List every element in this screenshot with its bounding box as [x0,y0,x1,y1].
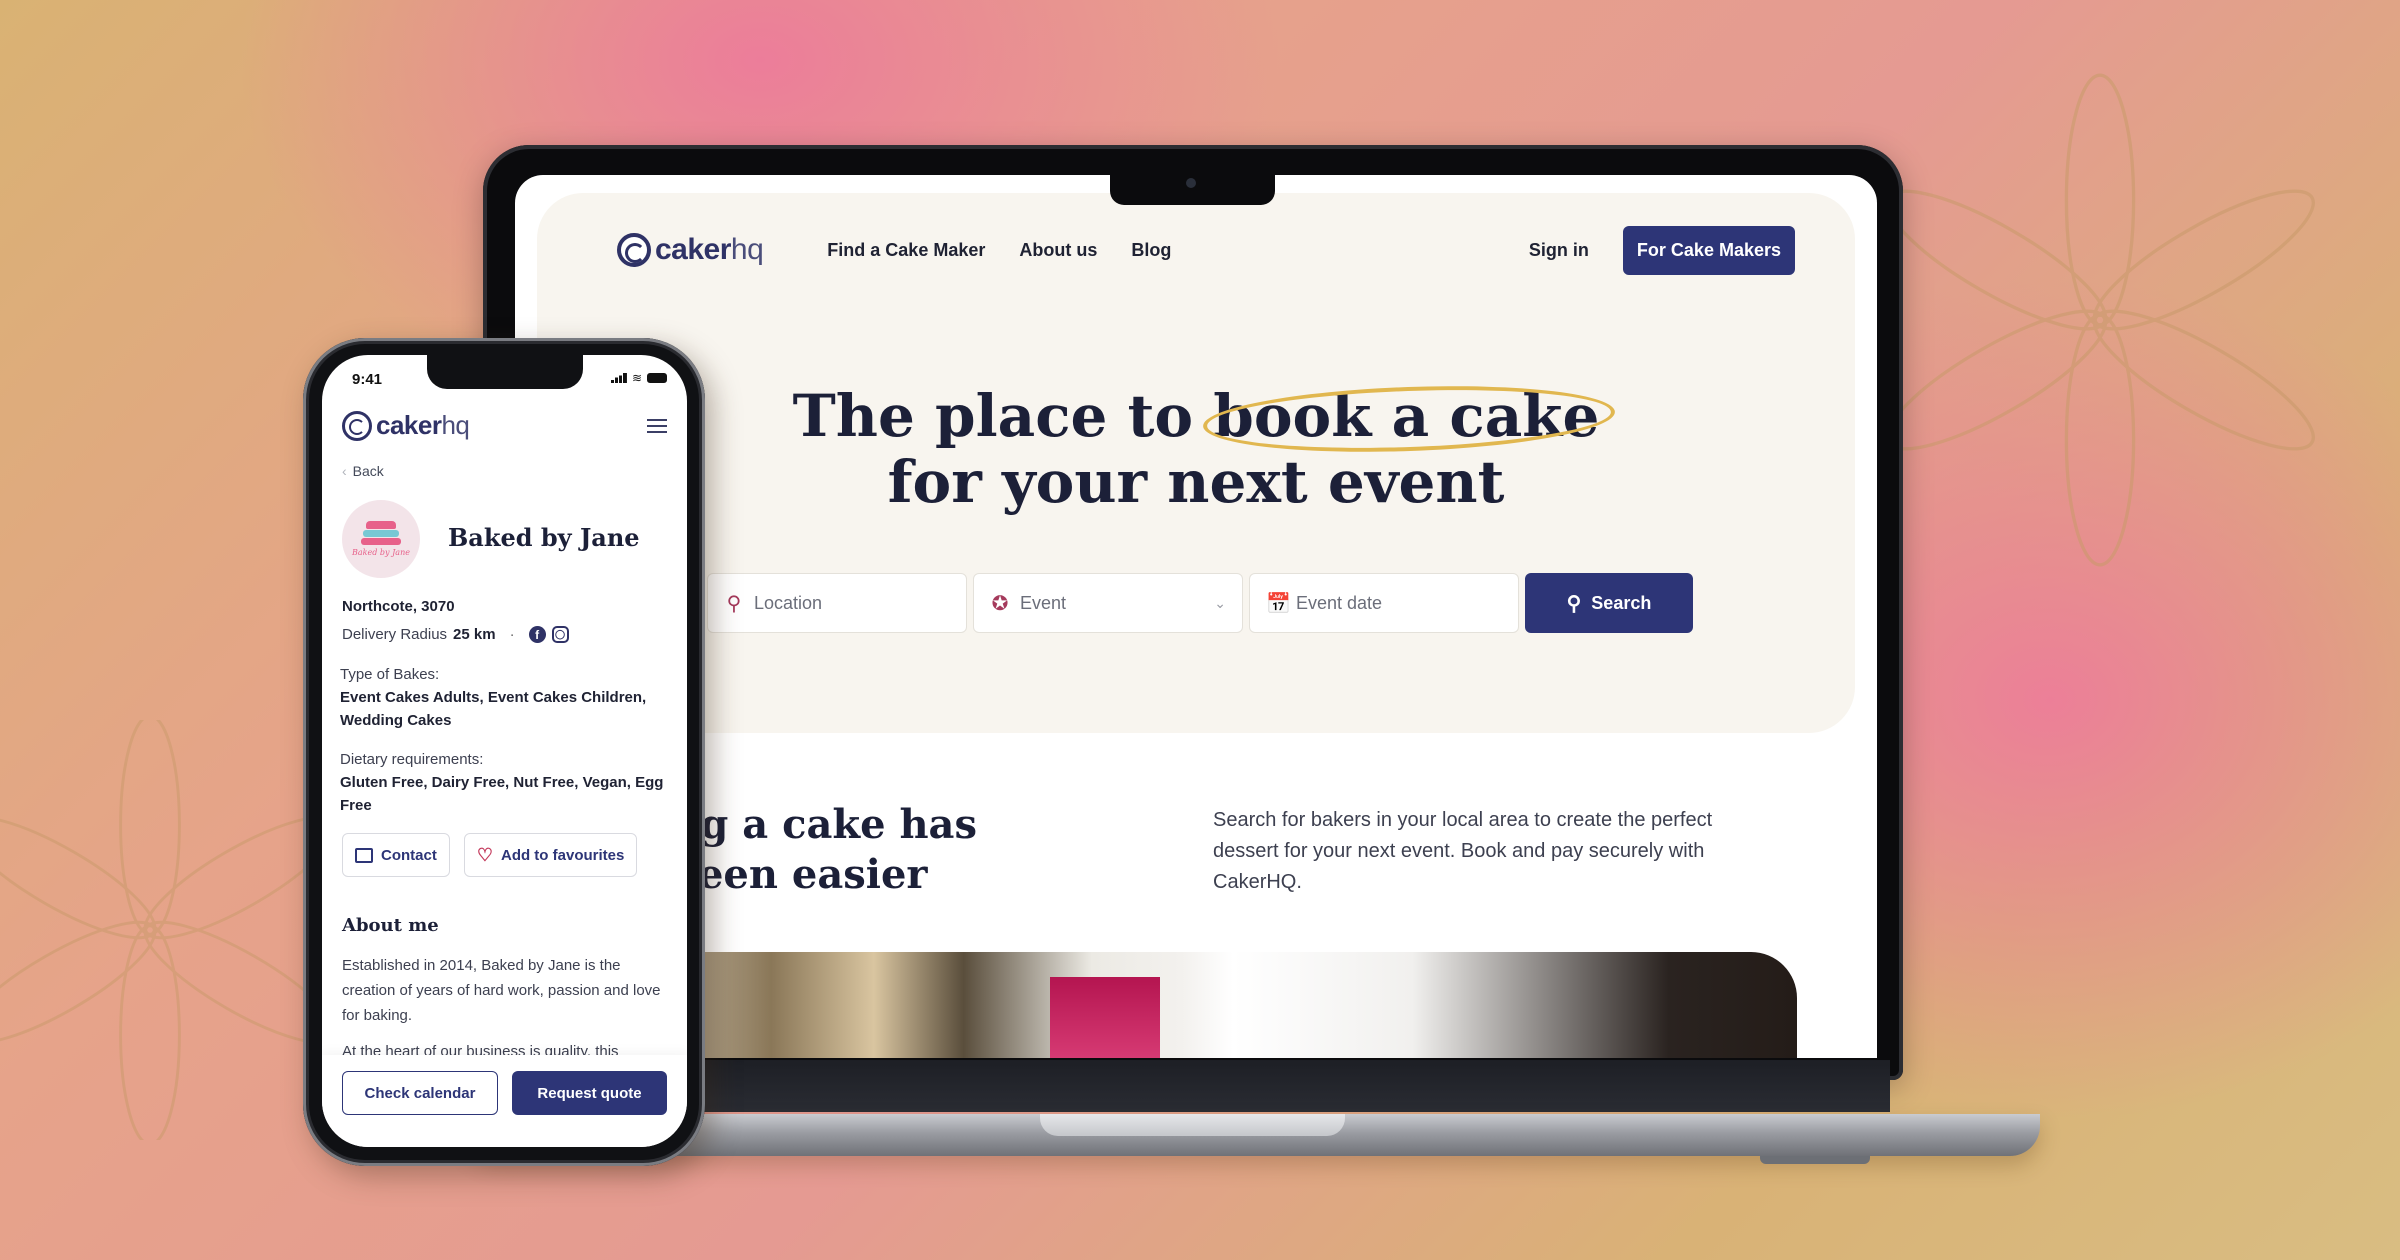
search-bar: ⚲ Location ✪ Event ⌄ 📅 Event date ⚲ Sear… [707,573,1693,633]
diet-label: Dietary requirements: [340,751,484,768]
cakerhq-logo[interactable]: cakerhq [617,233,764,267]
nav-about-us[interactable]: About us [1019,240,1097,261]
message-icon [355,847,373,863]
cake-logo-layer [363,530,399,537]
logo-wordmark: cakerhq [376,410,470,440]
hero-title: The place to book a cake for your next e… [537,383,1855,515]
hero-section: cakerhq Find a Cake Maker About us Blog … [537,193,1855,733]
diet-value: Gluten Free, Dairy Free, Nut Free, Vegan… [340,774,664,814]
chevron-left-icon: ‹ [342,463,347,479]
radius-value: 25 km [453,626,496,643]
bakes-value: Event Cakes Adults, Event Cakes Children… [340,689,647,729]
calendar-icon: 📅 [1266,592,1291,615]
baker-avatar: Baked by Jane [342,500,420,578]
radius-label: Delivery Radius [342,626,448,643]
add-to-favourites-button[interactable]: ♡ Add to favourites [463,833,638,877]
status-time: 9:41 [352,371,383,388]
logo-whisk-icon [342,410,372,441]
ticket-icon: ✪ [991,592,1009,615]
nav-blog[interactable]: Blog [1131,240,1171,261]
mobile-header: cakerhq [342,410,667,441]
camera-icon [1186,178,1196,188]
sticky-footer: Check calendar Request quote [322,1055,687,1147]
check-calendar-button[interactable]: Check calendar [342,1071,498,1115]
profile-actions: Contact ♡ Add to favourites [342,833,638,877]
about-heading: About me [342,915,439,936]
event-select[interactable]: ✪ Event ⌄ [973,573,1243,633]
sign-in-link[interactable]: Sign in [1529,240,1589,261]
request-quote-button[interactable]: Request quote [512,1071,667,1115]
location-placeholder: Location [754,592,823,613]
delivery-radius: Delivery Radius 25 km · f ◯ [342,626,569,643]
laptop-chin [500,1060,1890,1112]
wifi-icon: ≋ [631,371,642,385]
hero-title-highlight: book a cake [1213,382,1600,450]
signal-icon [610,373,627,383]
search-button[interactable]: ⚲ Search [1525,573,1693,633]
dietary-requirements: Dietary requirements: Gluten Free, Dairy… [340,748,669,817]
mobile-logo[interactable]: cakerhq [342,410,470,441]
nav-links: Find a Cake Maker About us Blog [827,240,1171,261]
bakes-label: Type of Bakes: [340,666,440,683]
logo-whisk-icon [617,233,651,267]
for-cake-makers-button[interactable]: For Cake Makers [1622,225,1795,275]
heart-icon: ♡ [476,844,493,865]
separator-dot: · [509,626,515,643]
site-navbar: cakerhq Find a Cake Maker About us Blog … [617,225,1795,275]
chevron-down-icon: ⌄ [1214,594,1226,611]
map-pin-icon: ⚲ [726,592,742,615]
hero-title-prefix: The place to [792,382,1214,450]
laptop-camera-notch [1110,170,1275,205]
mobile-baker-profile: 9:41 ≋ cakerhq ‹ Back Baked by Jane Baked… [322,355,687,1147]
baker-location: Northcote, 3070 [342,598,455,615]
desktop-website: cakerhq Find a Cake Maker About us Blog … [515,175,1877,1058]
intro-description: Search for bakers in your local area to … [1213,809,1713,893]
event-date-placeholder: Event date [1296,592,1383,613]
event-placeholder: Event [1020,592,1067,613]
status-icons: ≋ [610,371,667,385]
flower-decoration-right [1860,40,2340,600]
search-button-label: Search [1591,592,1652,613]
phone-notch [427,355,583,389]
apron-detail [1050,977,1160,1058]
hamburger-menu-icon[interactable] [647,418,667,433]
favourite-label: Add to favourites [500,846,625,864]
nav-actions: Sign in For Cake Makers [1529,225,1795,275]
cake-logo-layer [366,521,396,529]
laptop-feet [1760,1156,1870,1164]
back-link[interactable]: ‹ Back [342,463,384,479]
cake-logo-layer [361,538,401,545]
contact-button[interactable]: Contact [342,833,450,877]
nav-find-cake-maker[interactable]: Find a Cake Maker [827,240,985,261]
type-of-bakes: Type of Bakes: Event Cakes Adults, Event… [340,663,669,732]
avatar-text: Baked by Jane [352,548,410,557]
hero-title-line2: for your next event [887,448,1505,516]
location-input[interactable]: ⚲ Location [707,573,967,633]
baker-name: Baked by Jane [448,523,640,552]
laptop-opening-notch [1040,1114,1345,1136]
about-paragraph: Established in 2014, Baked by Jane is th… [342,957,661,1024]
instagram-icon[interactable]: ◯ [551,626,569,643]
search-icon: ⚲ [1566,592,1582,615]
contact-label: Contact [381,846,437,864]
back-label: Back [352,463,384,479]
logo-wordmark: cakerhq [655,233,764,266]
baker-photo [515,952,1797,1058]
event-date-input[interactable]: 📅 Event date [1249,573,1519,633]
battery-icon [647,373,667,383]
facebook-icon[interactable]: f [528,626,546,643]
